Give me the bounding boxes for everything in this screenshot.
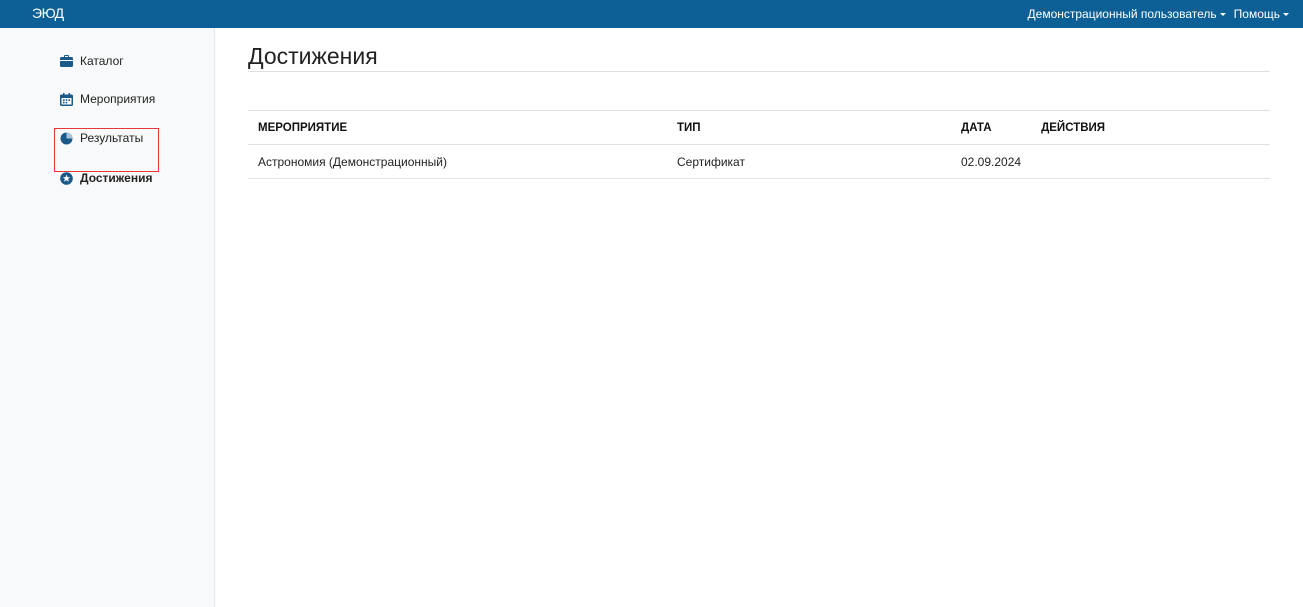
sidebar-item-achievements[interactable]: Достижения [60,171,152,185]
cell-actions [1031,144,1270,179]
caret-down-icon [1283,13,1289,16]
cell-type: Сертификат [667,144,951,179]
brand-logo[interactable]: ЭЮД [32,5,64,21]
navbar-right-menu: Демонстрационный пользователь Помощь [1028,0,1289,28]
user-menu-label: Демонстрационный пользователь [1027,7,1217,21]
column-header-type[interactable]: ТИП [667,110,951,145]
help-menu-label: Помощь [1233,7,1280,21]
sidebar-item-label: Мероприятия [80,92,156,106]
user-menu-dropdown[interactable]: Демонстрационный пользователь [1028,7,1226,21]
table-row: Астрономия (Демонстрационный) Сертификат… [248,144,1270,179]
column-header-date[interactable]: ДАТА [951,110,1032,145]
page-title: Достижения [248,43,378,69]
calendar-icon [60,92,73,106]
help-menu-dropdown[interactable]: Помощь [1234,7,1289,21]
column-header-actions: ДЕЙСТВИЯ [1031,110,1270,145]
cell-event: Астрономия (Демонстрационный) [248,144,667,179]
sidebar-item-label: Каталог [80,54,124,68]
active-item-highlight [54,128,159,172]
sidebar-item-catalog[interactable]: Каталог [60,54,124,68]
sidebar [0,28,215,607]
sidebar-item-label: Достижения [80,171,153,185]
star-circle-icon [60,171,73,185]
column-header-event[interactable]: МЕРОПРИЯТИЕ [248,110,667,145]
cell-date: 02.09.2024 [951,144,1032,179]
caret-down-icon [1219,13,1226,16]
table-header-row: МЕРОПРИЯТИЕ ТИП ДАТА ДЕЙСТВИЯ [248,110,1270,145]
title-divider [248,71,1270,72]
achievements-table: МЕРОПРИЯТИЕ ТИП ДАТА ДЕЙСТВИЯ Астрономия… [248,110,1270,179]
briefcase-icon [60,55,73,68]
top-navbar: ЭЮД Демонстрационный пользователь Помощь [0,0,1303,28]
sidebar-item-events[interactable]: Мероприятия [60,92,155,106]
